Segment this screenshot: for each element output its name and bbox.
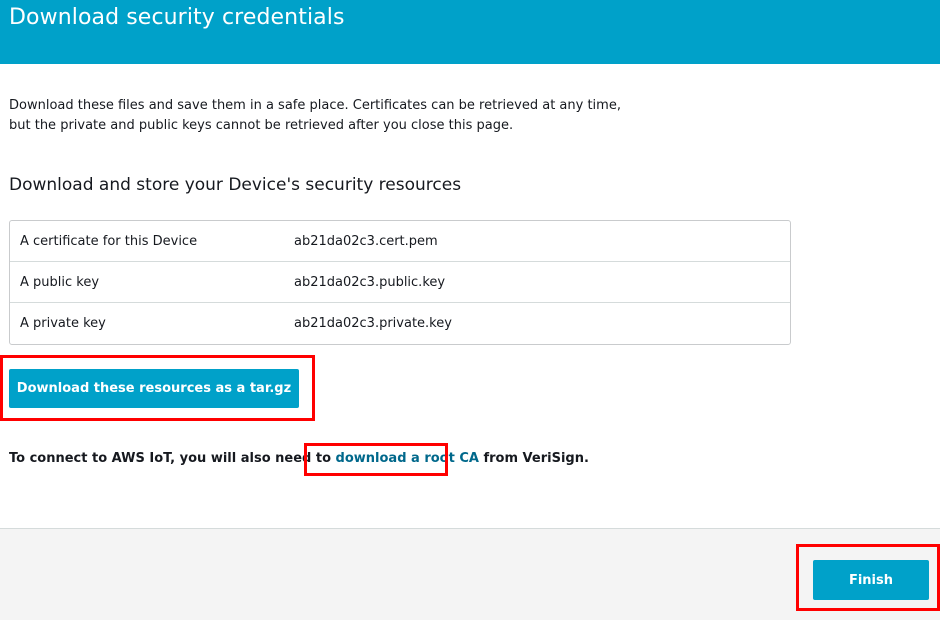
resource-file: ab21da02c3.private.key bbox=[294, 316, 452, 331]
resource-label: A public key bbox=[20, 274, 100, 290]
resource-file: ab21da02c3.cert.pem bbox=[294, 233, 438, 249]
resource-label: A private key bbox=[20, 316, 106, 331]
resource-file: ab21da02c3.public.key bbox=[294, 274, 446, 290]
page-footer bbox=[0, 528, 940, 620]
resource-label: A certificate for this Device bbox=[20, 233, 198, 249]
page-header: Download security credentials bbox=[0, 0, 940, 64]
resources-table: A certificate for this Device ab21da02c3… bbox=[9, 220, 791, 345]
connect-note-prefix: To connect to AWS IoT, you will also nee… bbox=[9, 451, 336, 466]
resource-row-public-key: A public key ab21da02c3.public.key bbox=[10, 262, 790, 303]
section-title: Download and store your Device's securit… bbox=[9, 175, 462, 195]
intro-line-1: Download these files and save them in a … bbox=[9, 98, 621, 113]
intro-line-2: but the private and public keys cannot b… bbox=[9, 118, 514, 133]
page-title: Download security credentials bbox=[9, 5, 345, 30]
resource-row-certificate: A certificate for this Device ab21da02c3… bbox=[10, 221, 790, 262]
finish-button[interactable]: Finish bbox=[813, 560, 929, 600]
download-root-ca-link[interactable]: download a root CA bbox=[336, 451, 479, 466]
intro-text: Download these files and save them in a … bbox=[9, 96, 629, 136]
connect-note: To connect to AWS IoT, you will also nee… bbox=[9, 451, 589, 466]
download-tar-gz-button[interactable]: Download these resources as a tar.gz bbox=[9, 369, 299, 408]
connect-note-suffix: from VeriSign. bbox=[478, 451, 589, 466]
resource-row-private-key: A private key ab21da02c3.private.key bbox=[10, 303, 790, 344]
